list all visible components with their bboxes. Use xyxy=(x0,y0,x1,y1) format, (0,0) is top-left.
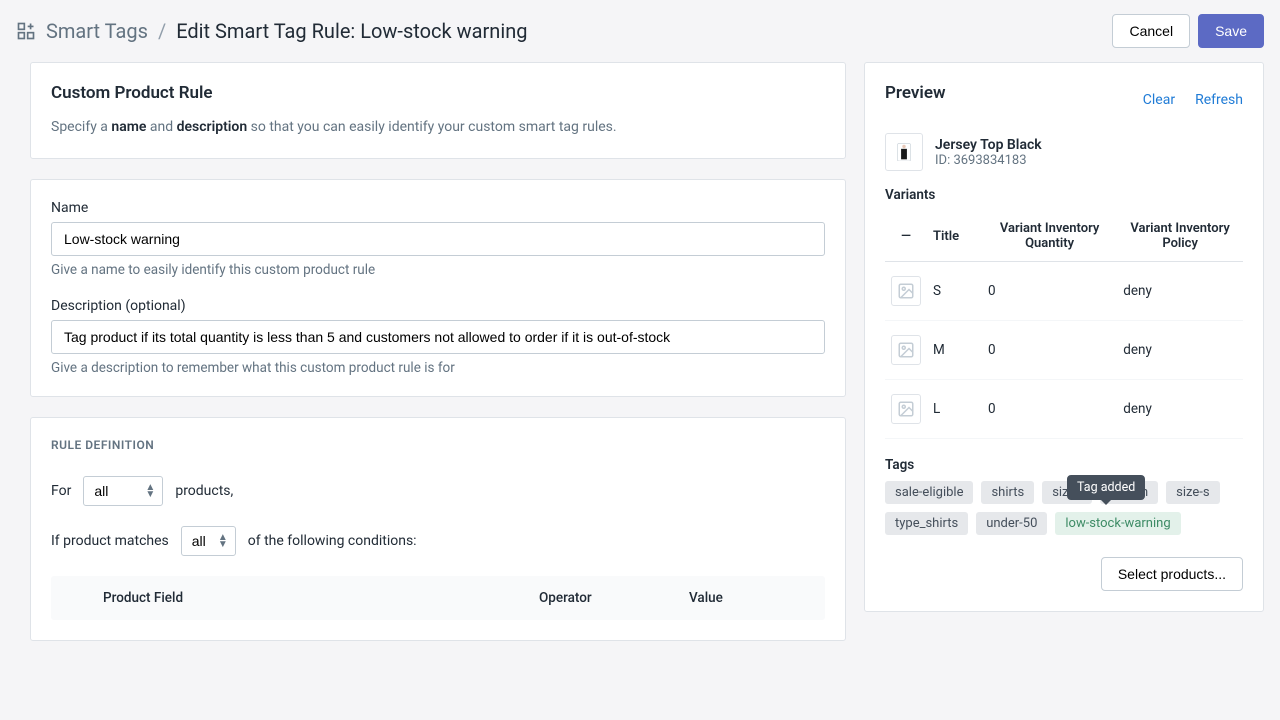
variants-th-title: Title xyxy=(927,211,982,262)
table-row: S0deny xyxy=(885,262,1243,321)
tag-added-tooltip: Tag added xyxy=(1067,475,1145,500)
rule-definition-card: RULE DEFINITION For all ▲▼ products, If … xyxy=(30,417,846,641)
save-button[interactable]: Save xyxy=(1198,14,1264,48)
custom-rule-intro: Custom Product Rule Specify a name and d… xyxy=(30,62,846,159)
description-input[interactable] xyxy=(51,320,825,354)
rule-definition-label: RULE DEFINITION xyxy=(51,438,825,452)
rule-for-post: products, xyxy=(175,483,233,499)
product-thumbnail xyxy=(885,133,923,171)
variant-policy: deny xyxy=(1117,380,1243,439)
name-hint: Give a name to easily identify this cust… xyxy=(51,262,825,278)
variant-title: S xyxy=(927,262,982,321)
variant-title: L xyxy=(927,380,982,439)
tag: type_shirts xyxy=(885,512,968,535)
select-products-button[interactable]: Select products... xyxy=(1101,557,1243,591)
tag: shirts xyxy=(981,481,1034,504)
rule-for-pre: For xyxy=(51,483,71,499)
tag-added: low-stock-warning xyxy=(1055,512,1180,535)
image-placeholder-icon xyxy=(891,335,921,365)
variant-qty: 0 xyxy=(982,262,1117,321)
variants-th-policy: Variant Inventory Policy xyxy=(1117,211,1243,262)
preview-title: Preview xyxy=(885,83,946,103)
image-placeholder-icon xyxy=(891,276,921,306)
rule-match-post: of the following conditions: xyxy=(248,533,417,549)
preview-product: Jersey Top Black ID: 3693834183 xyxy=(885,133,1243,171)
breadcrumb-parent[interactable]: Smart Tags xyxy=(46,19,148,43)
grid-plus-icon xyxy=(16,21,36,41)
variant-qty: 0 xyxy=(982,380,1117,439)
product-name: Jersey Top Black xyxy=(935,137,1042,153)
description-hint: Give a description to remember what this… xyxy=(51,360,825,376)
preview-card: Preview Clear Refresh Jersey Top Black I… xyxy=(864,62,1264,612)
tags-container: sale-eligibleshirtssize-lsize-msize-styp… xyxy=(885,481,1243,535)
rule-match-select[interactable]: all xyxy=(181,526,236,556)
variant-title: M xyxy=(927,321,982,380)
description-label: Description (optional) xyxy=(51,298,825,314)
conditions-table: Product Field Operator Value xyxy=(51,576,825,620)
rule-for-select[interactable]: all xyxy=(83,476,163,506)
preview-clear-link[interactable]: Clear xyxy=(1143,92,1175,108)
tag: under-50 xyxy=(976,512,1047,535)
variants-label: Variants xyxy=(885,187,1243,203)
custom-rule-title: Custom Product Rule xyxy=(51,83,825,103)
rule-match-pre: If product matches xyxy=(51,533,169,549)
table-row: M0deny xyxy=(885,321,1243,380)
tags-label: Tags xyxy=(885,457,1243,473)
variant-policy: deny xyxy=(1117,262,1243,321)
breadcrumb-separator: / xyxy=(158,19,166,43)
conditions-header-field: Product Field xyxy=(67,590,539,606)
product-id: ID: 3693834183 xyxy=(935,153,1042,168)
variants-th-dash: — xyxy=(885,211,927,262)
name-label: Name xyxy=(51,200,825,216)
variants-table: — Title Variant Inventory Quantity Varia… xyxy=(885,211,1243,439)
name-input[interactable] xyxy=(51,222,825,256)
cancel-button[interactable]: Cancel xyxy=(1112,14,1190,48)
variants-th-qty: Variant Inventory Quantity xyxy=(982,211,1117,262)
tag: size-s xyxy=(1166,481,1219,504)
image-placeholder-icon xyxy=(891,394,921,424)
tag: sale-eligible xyxy=(885,481,973,504)
name-desc-card: Name Give a name to easily identify this… xyxy=(30,179,846,397)
variant-qty: 0 xyxy=(982,321,1117,380)
custom-rule-helper: Specify a name and description so that y… xyxy=(51,117,825,138)
variant-policy: deny xyxy=(1117,321,1243,380)
conditions-header-value: Value xyxy=(689,590,809,606)
breadcrumb: Smart Tags / Edit Smart Tag Rule: Low-st… xyxy=(16,19,527,43)
conditions-header-operator: Operator xyxy=(539,590,689,606)
page-title: Edit Smart Tag Rule: Low-stock warning xyxy=(176,19,527,43)
table-row: L0deny xyxy=(885,380,1243,439)
preview-refresh-link[interactable]: Refresh xyxy=(1195,92,1243,108)
